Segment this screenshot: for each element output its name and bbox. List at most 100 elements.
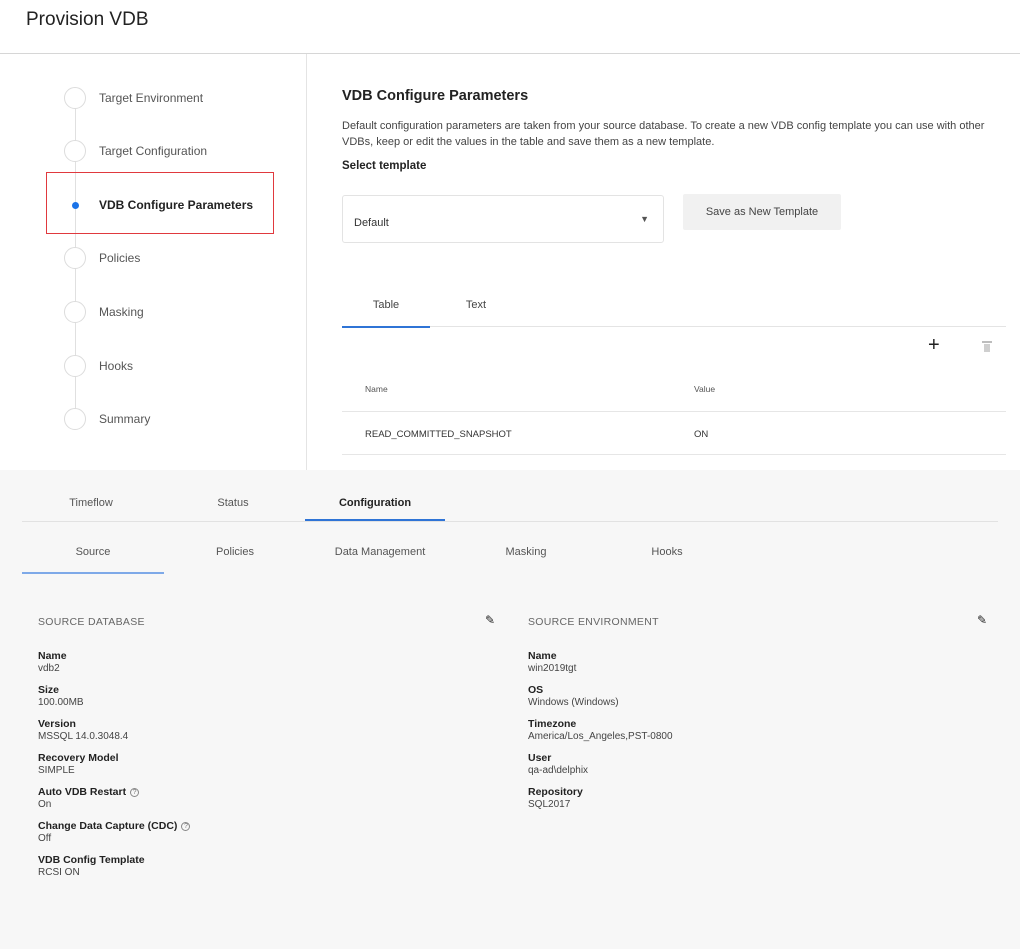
step-summary[interactable]: Summary	[64, 407, 284, 431]
field-name: Name vdb2	[38, 650, 498, 676]
field-value: SIMPLE	[38, 765, 75, 776]
field-auto-vdb-restart: Auto VDB Restart? On	[38, 786, 498, 812]
tab-source[interactable]: Source	[22, 522, 164, 574]
wizard-stepper: Target Environment Target Configuration …	[64, 86, 294, 446]
field-label: VDB Config Template	[38, 854, 145, 866]
field-repository: Repository SQL2017	[528, 786, 998, 812]
tab-configuration[interactable]: Configuration	[305, 470, 445, 521]
select-template-label: Select template	[342, 160, 427, 172]
chevron-down-icon: ▼	[640, 214, 649, 224]
field-user: User qa-ad\delphix	[528, 752, 998, 778]
page-title: Provision VDB	[26, 9, 149, 30]
field-label: Name	[38, 650, 67, 662]
step-label: Hooks	[99, 359, 134, 373]
step-target-configuration[interactable]: Target Configuration	[64, 139, 284, 163]
parameter-table: Name Value READ_COMMITTED_SNAPSHOT ON	[342, 368, 1006, 455]
tab-status[interactable]: Status	[163, 470, 303, 521]
tab-policies[interactable]: Policies	[165, 522, 305, 574]
field-value: vdb2	[38, 663, 60, 674]
field-size: Size 100.00MB	[38, 684, 498, 710]
section-header: SOURCE DATABASE	[38, 616, 145, 628]
step-circle	[64, 87, 86, 109]
save-as-new-template-button[interactable]: Save as New Template	[683, 194, 841, 230]
source-environment-section: SOURCE ENVIRONMENT ✎ Name win2019tgt OS …	[528, 613, 998, 812]
parameter-name: READ_COMMITTED_SNAPSHOT	[365, 429, 512, 440]
field-label-wrap: Auto VDB Restart?	[38, 786, 498, 798]
configuration-sub-tabs: Source Policies Data Management Masking …	[0, 522, 1020, 574]
template-select[interactable]: Default ▼	[342, 195, 664, 243]
field-label: Timezone	[528, 718, 577, 730]
tab-data-management[interactable]: Data Management	[305, 522, 455, 574]
step-circle	[64, 247, 86, 269]
field-value: MSSQL 14.0.3048.4	[38, 731, 129, 742]
plus-icon[interactable]: +	[928, 335, 940, 355]
field-value: Off	[38, 833, 52, 844]
help-icon[interactable]: ?	[130, 788, 140, 797]
step-label: Policies	[99, 251, 141, 265]
field-label: OS	[528, 684, 544, 696]
tab-hooks[interactable]: Hooks	[597, 522, 737, 574]
field-label: User	[528, 752, 552, 764]
content-title: VDB Configure Parameters	[342, 88, 529, 104]
field-value: RCSI ON	[38, 867, 80, 878]
parameter-view-tabs: Table Text	[342, 293, 1006, 328]
step-circle	[64, 140, 86, 162]
step-policies[interactable]: Policies	[64, 246, 284, 270]
help-icon[interactable]: ?	[181, 822, 191, 831]
field-recovery-model: Recovery Model SIMPLE	[38, 752, 498, 778]
field-change-data-capture: Change Data Capture (CDC)? Off	[38, 820, 498, 846]
table-header-row: Name Value	[342, 368, 1006, 412]
step-circle	[64, 301, 86, 323]
step-target-environment[interactable]: Target Environment	[64, 86, 284, 110]
content-description: Default configuration parameters are tak…	[342, 120, 985, 148]
step-hooks[interactable]: Hooks	[64, 354, 284, 378]
pencil-icon[interactable]: ✎	[485, 613, 495, 627]
field-label: Name	[528, 650, 557, 662]
step-label: Summary	[99, 412, 151, 426]
field-label: Change Data Capture (CDC)	[38, 820, 178, 832]
table-row[interactable]: READ_COMMITTED_SNAPSHOT ON	[342, 412, 1006, 455]
parameter-value[interactable]: ON	[694, 429, 708, 440]
field-label-wrap: Change Data Capture (CDC)?	[38, 820, 498, 832]
vdb-main-tabs: Timeflow Status Configuration	[0, 470, 1020, 521]
tab-timeflow[interactable]: Timeflow	[22, 470, 160, 521]
field-value: Windows (Windows)	[528, 697, 619, 708]
provision-vdb-panel: Provision VDB Target Environment Target …	[0, 0, 1020, 470]
vdb-details-panel: Timeflow Status Configuration Source Pol…	[0, 470, 1020, 949]
configure-parameters-content: VDB Configure Parameters Default configu…	[342, 88, 1006, 455]
field-label: Auto VDB Restart	[38, 786, 127, 798]
step-circle	[64, 355, 86, 377]
field-timezone: Timezone America/Los_Angeles,PST-0800	[528, 718, 998, 744]
field-env-name: Name win2019tgt	[528, 650, 998, 676]
active-step-highlight-box	[46, 172, 274, 234]
step-label: Masking	[99, 305, 144, 319]
step-label: Target Configuration	[99, 144, 208, 158]
title-divider	[0, 53, 1020, 54]
template-select-value: Default	[354, 217, 389, 229]
step-circle	[64, 408, 86, 430]
tab-masking[interactable]: Masking	[456, 522, 596, 574]
field-vdb-config-template: VDB Config Template RCSI ON	[38, 854, 498, 880]
pencil-icon[interactable]: ✎	[977, 613, 987, 627]
column-header-name: Name	[365, 384, 388, 394]
field-label: Repository	[528, 786, 583, 798]
source-database-section: SOURCE DATABASE ✎ Name vdb2 Size 100.00M…	[38, 613, 498, 880]
wizard-divider	[306, 54, 307, 470]
field-value: SQL2017	[528, 799, 571, 810]
tab-text[interactable]: Text	[442, 293, 510, 327]
step-label: Target Environment	[99, 91, 204, 105]
step-masking[interactable]: Masking	[64, 300, 284, 324]
field-value: America/Los_Angeles,PST-0800	[528, 731, 673, 742]
field-value: qa-ad\delphix	[528, 765, 589, 776]
section-header: SOURCE ENVIRONMENT	[528, 616, 659, 628]
field-label: Version	[38, 718, 76, 730]
trash-icon[interactable]	[982, 341, 992, 352]
column-header-value: Value	[694, 384, 716, 394]
field-os: OS Windows (Windows)	[528, 684, 998, 710]
field-version: Version MSSQL 14.0.3048.4	[38, 718, 498, 744]
field-label: Size	[38, 684, 60, 696]
field-value: 100.00MB	[38, 697, 84, 708]
tab-table[interactable]: Table	[342, 293, 430, 328]
field-label: Recovery Model	[38, 752, 119, 764]
field-value: win2019tgt	[528, 663, 577, 674]
